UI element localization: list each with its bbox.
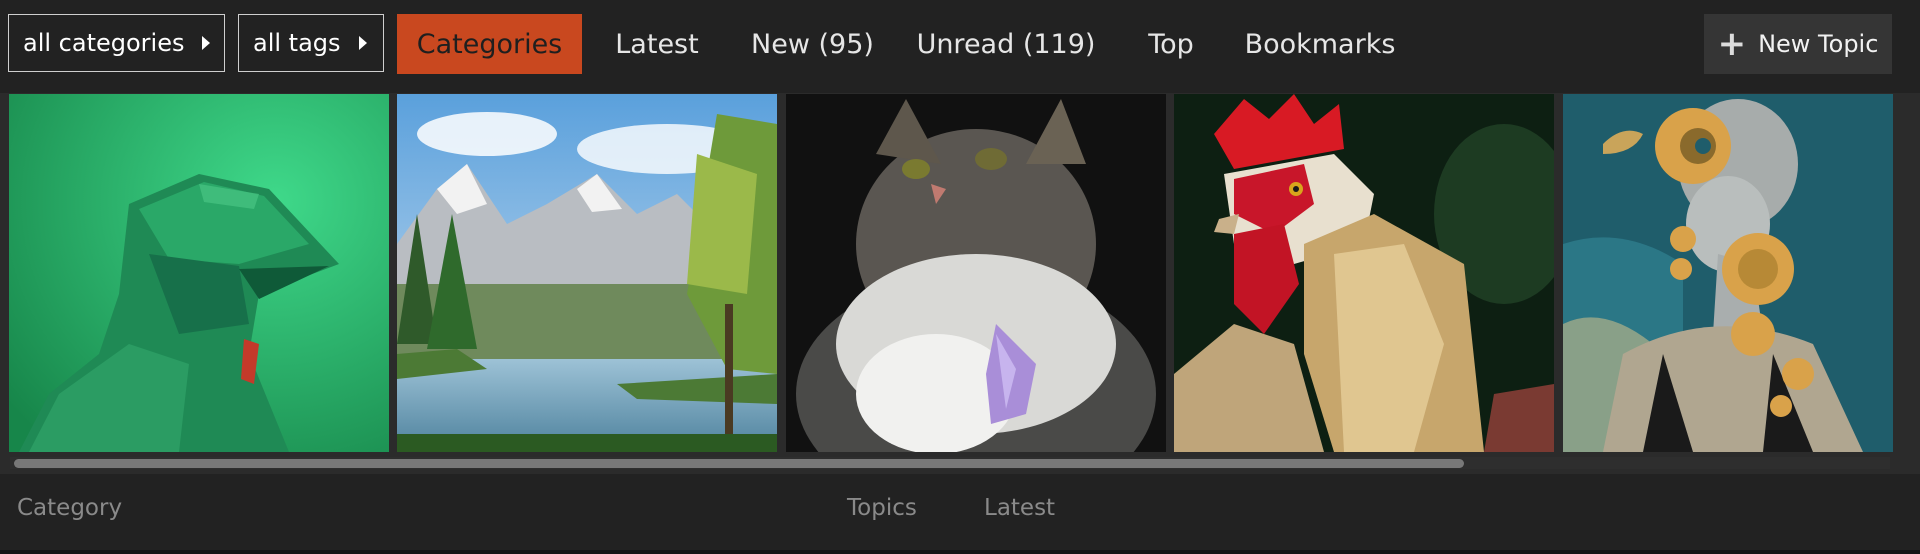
all-categories-dropdown[interactable]: all categories [8,14,225,72]
caret-right-icon [202,36,211,50]
tab-categories[interactable]: Categories [397,14,582,74]
gallery-image-rooster[interactable] [1174,94,1554,452]
new-topic-button[interactable]: + New Topic [1704,14,1892,74]
image-gallery [0,93,1920,474]
column-header-latest[interactable]: Latest [984,495,1055,521]
tab-latest[interactable]: Latest [602,14,712,74]
tab-bookmarks[interactable]: Bookmarks [1240,14,1400,74]
column-header-category[interactable]: Category [17,495,122,521]
dropdown-label: all categories [23,29,185,57]
new-topic-label: New Topic [1758,30,1879,58]
plus-icon: + [1717,24,1747,64]
gallery-image-landscape[interactable] [397,94,777,452]
robot-artwork [9,94,389,452]
woman-artwork [1563,94,1893,452]
cat-artwork [786,94,1166,452]
rooster-artwork [1174,94,1554,452]
gallery-image-robot[interactable] [9,94,389,452]
column-header-topics[interactable]: Topics [847,495,917,521]
gallery-image-cat[interactable] [786,94,1166,452]
dropdown-label: all tags [253,29,341,57]
landscape-artwork [397,94,777,452]
gallery-image-woman[interactable] [1563,94,1893,452]
horizontal-scrollbar-thumb[interactable] [14,459,1464,468]
divider [0,550,1920,554]
navigation-bar: all categories all tags Categories Lates… [0,0,1920,88]
tab-top[interactable]: Top [1140,14,1202,74]
tab-new[interactable]: New (95) [740,14,885,74]
caret-right-icon [358,36,367,50]
tab-unread[interactable]: Unread (119) [915,14,1097,74]
all-tags-dropdown[interactable]: all tags [238,14,384,72]
